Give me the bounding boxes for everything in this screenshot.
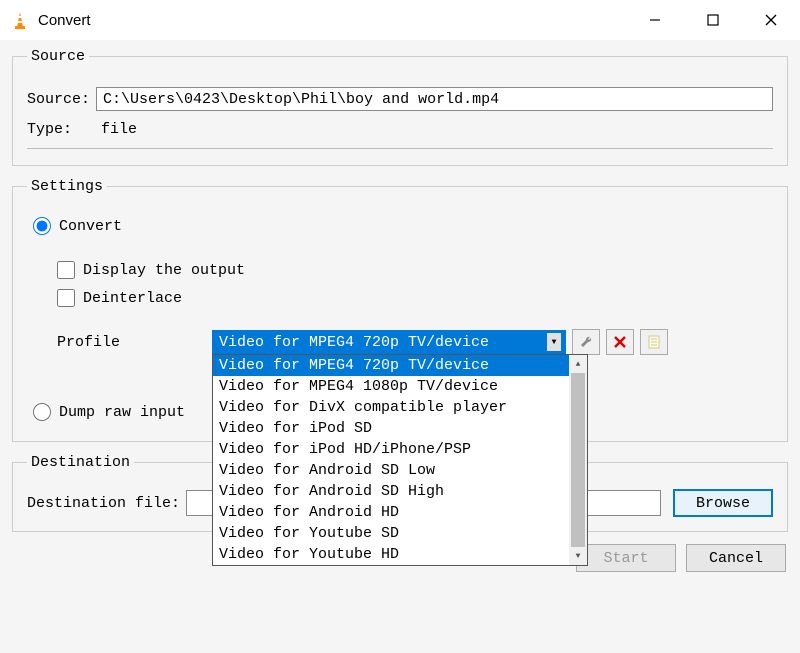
document-icon — [646, 334, 662, 350]
destination-file-label: Destination file: — [27, 495, 180, 512]
scrollbar-thumb[interactable] — [571, 373, 585, 547]
profile-option[interactable]: Video for Android SD Low — [213, 460, 569, 481]
profile-option[interactable]: Video for DivX compatible player — [213, 397, 569, 418]
type-label: Type: — [27, 121, 95, 138]
cancel-label: Cancel — [709, 550, 763, 567]
profile-selected-text: Video for MPEG4 720p TV/device — [219, 334, 489, 351]
display-output-label: Display the output — [83, 262, 245, 279]
profile-combobox[interactable]: Video for MPEG4 720p TV/device ▼ — [212, 330, 566, 354]
dropdown-scrollbar[interactable]: ▲ ▼ — [569, 355, 587, 565]
titlebar: Convert — [0, 0, 800, 40]
source-fieldset: Source Source: Type: file — [12, 48, 788, 166]
delete-profile-button[interactable] — [606, 329, 634, 355]
close-button[interactable] — [742, 0, 800, 40]
source-label: Source: — [27, 91, 90, 108]
browse-label: Browse — [696, 495, 750, 512]
minimize-button[interactable] — [626, 0, 684, 40]
wrench-icon — [578, 334, 594, 350]
dump-raw-label: Dump raw input — [59, 404, 185, 421]
cancel-button[interactable]: Cancel — [686, 544, 786, 572]
profile-option[interactable]: Video for iPod SD — [213, 418, 569, 439]
profile-option[interactable]: Video for Youtube HD — [213, 544, 569, 565]
profile-dropdown-items: Video for MPEG4 720p TV/device Video for… — [213, 355, 569, 565]
convert-radio[interactable] — [33, 217, 51, 235]
source-legend: Source — [27, 48, 89, 65]
destination-legend: Destination — [27, 454, 134, 471]
start-button[interactable]: Start — [576, 544, 676, 572]
scroll-up-icon[interactable]: ▲ — [569, 355, 587, 373]
type-value: file — [101, 121, 137, 138]
vlc-cone-icon — [10, 10, 30, 30]
edit-profile-button[interactable] — [572, 329, 600, 355]
profile-option[interactable]: Video for MPEG4 1080p TV/device — [213, 376, 569, 397]
profile-option[interactable]: Video for Android HD — [213, 502, 569, 523]
maximize-button[interactable] — [684, 0, 742, 40]
deinterlace-checkbox[interactable] — [57, 289, 75, 307]
chevron-down-icon: ▼ — [547, 333, 561, 351]
profile-dropdown-list: Video for MPEG4 720p TV/device Video for… — [212, 354, 588, 566]
profile-option[interactable]: Video for iPod HD/iPhone/PSP — [213, 439, 569, 460]
profile-label: Profile — [57, 334, 212, 351]
new-profile-button[interactable] — [640, 329, 668, 355]
profile-option[interactable]: Video for MPEG4 720p TV/device — [213, 355, 569, 376]
dump-raw-radio[interactable] — [33, 403, 51, 421]
display-output-checkbox[interactable] — [57, 261, 75, 279]
browse-button[interactable]: Browse — [673, 489, 773, 517]
profile-option[interactable]: Video for Android SD High — [213, 481, 569, 502]
source-input[interactable] — [96, 87, 773, 111]
start-label: Start — [603, 550, 648, 567]
deinterlace-label: Deinterlace — [83, 290, 182, 307]
scroll-down-icon[interactable]: ▼ — [569, 547, 587, 565]
window-title: Convert — [38, 12, 626, 29]
x-icon — [613, 335, 627, 349]
profile-option[interactable]: Video for Youtube SD — [213, 523, 569, 544]
window-controls — [626, 0, 800, 40]
convert-label: Convert — [59, 218, 122, 235]
settings-legend: Settings — [27, 178, 107, 195]
settings-fieldset: Settings Convert Display the output Dein… — [12, 178, 788, 442]
